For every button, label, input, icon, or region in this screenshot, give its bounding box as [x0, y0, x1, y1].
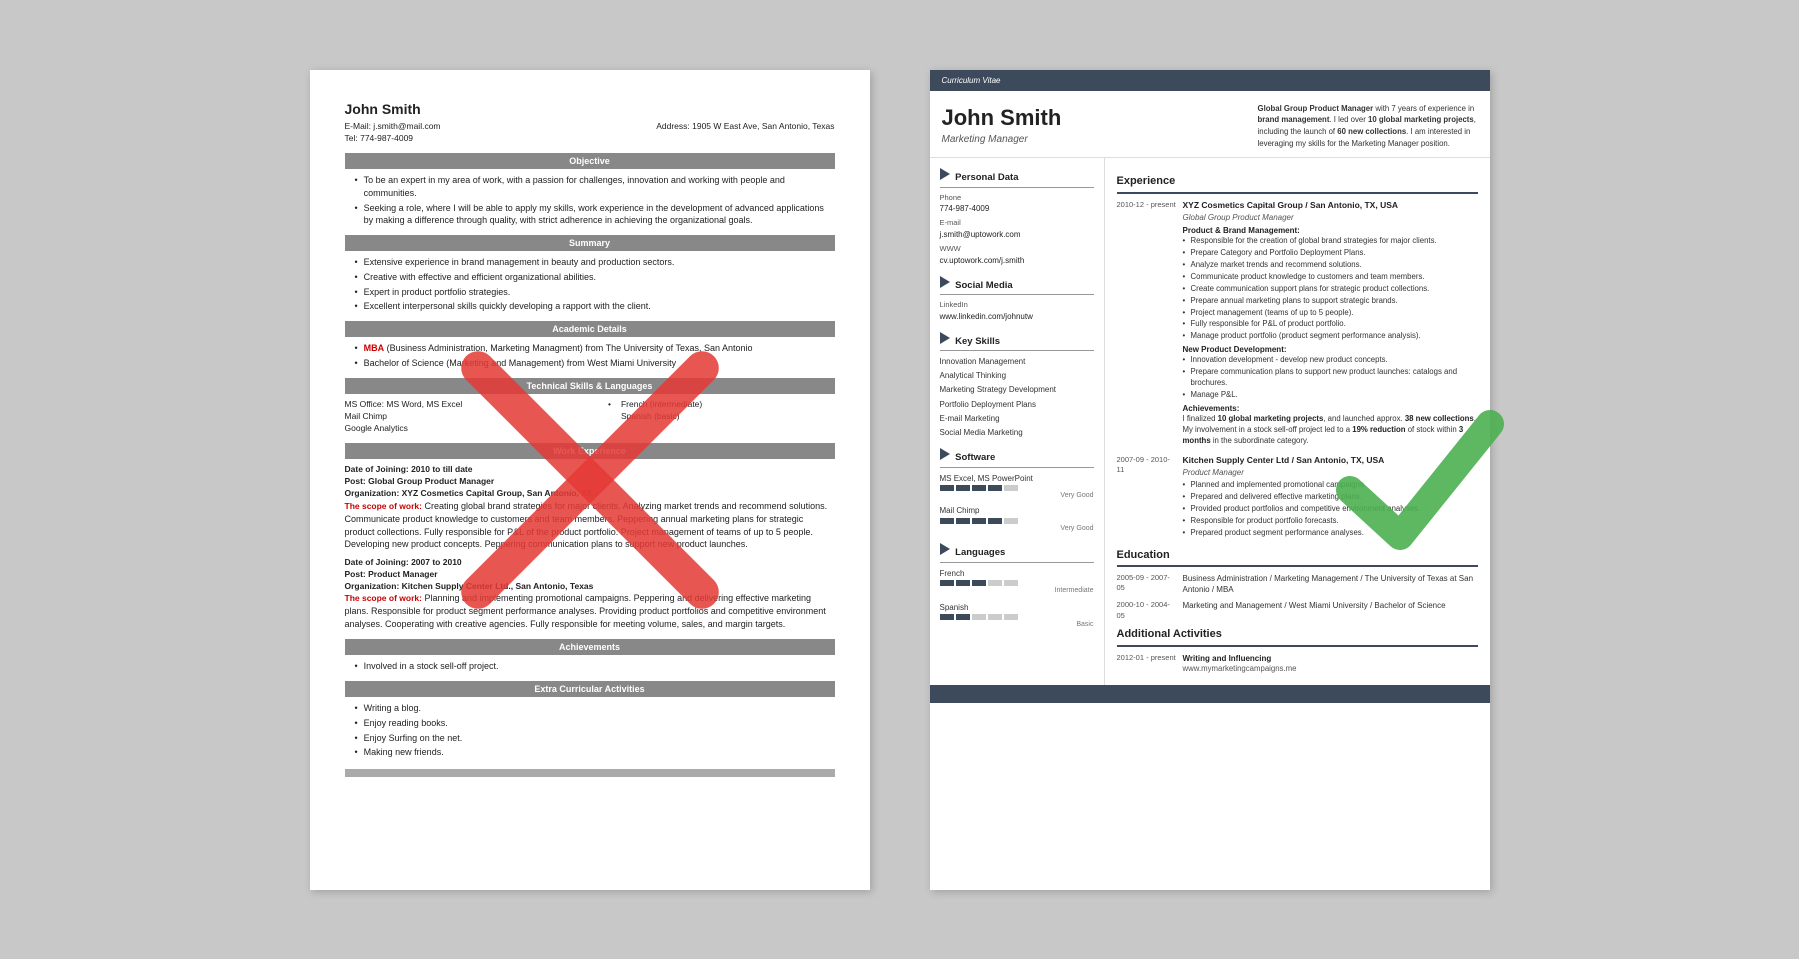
technical-cols: MS Office: MS Word, MS Excel Mail Chimp … — [345, 399, 835, 435]
sum-bullet-1: Extensive experience in brand management… — [345, 256, 835, 269]
right-title: Marketing Manager — [942, 133, 1062, 147]
software-item-1: Mail Chimp Very Good — [940, 505, 1094, 533]
skill-3: Portfolio Deployment Plans — [940, 399, 1094, 410]
skill-5: Social Media Marketing — [940, 427, 1094, 438]
sum-bullet-2: Creative with effective and efficient or… — [345, 271, 835, 284]
languages-title: Languages — [940, 543, 1094, 562]
skill-2: Marketing Strategy Development — [940, 384, 1094, 395]
personal-data-section: Personal Data Phone 774-987-4009 E-mail … — [940, 168, 1094, 265]
left-name: John Smith — [345, 100, 835, 120]
acad-bullet-1: MBA (Business Administration, Marketing … — [345, 342, 835, 355]
social-media-title: Social Media — [940, 276, 1094, 295]
objective-header: Objective — [345, 153, 835, 170]
right-summary: Global Group Product Manager with 7 year… — [1258, 103, 1478, 150]
add-item-0: 2012-01 - present Writing and Influencin… — [1117, 653, 1478, 675]
personal-data-title: Personal Data — [940, 168, 1094, 187]
software-title: Software — [940, 448, 1094, 467]
exp-item-0: 2010-12 - present XYZ Cosmetics Capital … — [1117, 200, 1478, 447]
skill-1: Analytical Thinking — [940, 370, 1094, 381]
lang-1: Spanish Basic — [940, 602, 1094, 630]
edu-item-1: 2000-10 - 2004-05 Marketing and Manageme… — [1117, 600, 1478, 621]
cv-label: Curriculum Vitae — [930, 70, 1490, 91]
lang-0: French Intermediate — [940, 568, 1094, 596]
extra-bullet-1: Writing a blog. — [345, 702, 835, 715]
key-skills-section: Key Skills Innovation Management Analyti… — [940, 332, 1094, 438]
left-email: E-Mail: j.smith@mail.com — [345, 121, 441, 131]
right-main: Experience 2010-12 - present XYZ Cosmeti… — [1105, 158, 1490, 684]
job-1: Date of Joining: 2010 to till date Post:… — [345, 464, 835, 550]
extra-header: Extra Curricular Activities — [345, 681, 835, 698]
key-skills-title: Key Skills — [940, 332, 1094, 351]
good-resume: Curriculum Vitae John Smith Marketing Ma… — [930, 70, 1490, 890]
technical-header: Technical Skills & Languages — [345, 378, 835, 395]
right-bottom-bar — [930, 685, 1490, 703]
edu-item-0: 2005-09 - 2007-05 Business Administratio… — [1117, 573, 1478, 595]
right-body: Personal Data Phone 774-987-4009 E-mail … — [930, 158, 1490, 684]
bottom-bar-left — [345, 769, 835, 777]
experience-section-title: Experience — [1117, 174, 1478, 193]
sum-bullet-4: Excellent interpersonal skills quickly d… — [345, 300, 835, 313]
left-address: Address: 1905 W East Ave, San Antonio, T… — [656, 121, 834, 131]
software-section: Software MS Excel, MS PowerPoint Very Go… — [940, 448, 1094, 533]
academic-header: Academic Details — [345, 321, 835, 338]
obj-bullet-1: To be an expert in my area of work, with… — [345, 174, 835, 199]
left-contact: E-Mail: j.smith@mail.com Tel: 774-987-40… — [345, 121, 835, 145]
obj-bullet-2: Seeking a role, where I will be able to … — [345, 202, 835, 227]
education-section-title: Education — [1117, 548, 1478, 567]
languages-section: Languages French Intermediate — [940, 543, 1094, 629]
extra-bullet-4: Making new friends. — [345, 746, 835, 759]
skill-0: Innovation Management — [940, 356, 1094, 367]
right-sidebar: Personal Data Phone 774-987-4009 E-mail … — [930, 158, 1105, 684]
right-header: John Smith Marketing Manager Global Grou… — [930, 91, 1490, 159]
left-tel: Tel: 774-987-4009 — [345, 133, 414, 143]
main-container: John Smith E-Mail: j.smith@mail.com Tel:… — [0, 30, 1799, 930]
work-header: Work Experience — [345, 443, 835, 460]
achievements-header: Achievements — [345, 639, 835, 656]
exp-item-1: 2007-09 - 2010-11 Kitchen Supply Center … — [1117, 455, 1478, 540]
right-name: John Smith — [942, 103, 1062, 134]
job-2: Date of Joining: 2007 to 2010 Post: Prod… — [345, 557, 835, 631]
bad-resume: John Smith E-Mail: j.smith@mail.com Tel:… — [310, 70, 870, 890]
acad-bullet-2: Bachelor of Science (Marketing and Manag… — [345, 357, 835, 370]
additional-section-title: Additional Activities — [1117, 627, 1478, 646]
social-media-section: Social Media LinkedIn www.linkedin.com/j… — [940, 276, 1094, 322]
summary-header: Summary — [345, 235, 835, 252]
extra-bullet-2: Enjoy reading books. — [345, 717, 835, 730]
extra-bullet-3: Enjoy Surfing on the net. — [345, 732, 835, 745]
software-item-0: MS Excel, MS PowerPoint Very Good — [940, 473, 1094, 501]
skill-4: E-mail Marketing — [940, 413, 1094, 424]
ach-bullet-1: Involved in a stock sell-off project. — [345, 660, 835, 673]
sum-bullet-3: Expert in product portfolio strategies. — [345, 286, 835, 299]
